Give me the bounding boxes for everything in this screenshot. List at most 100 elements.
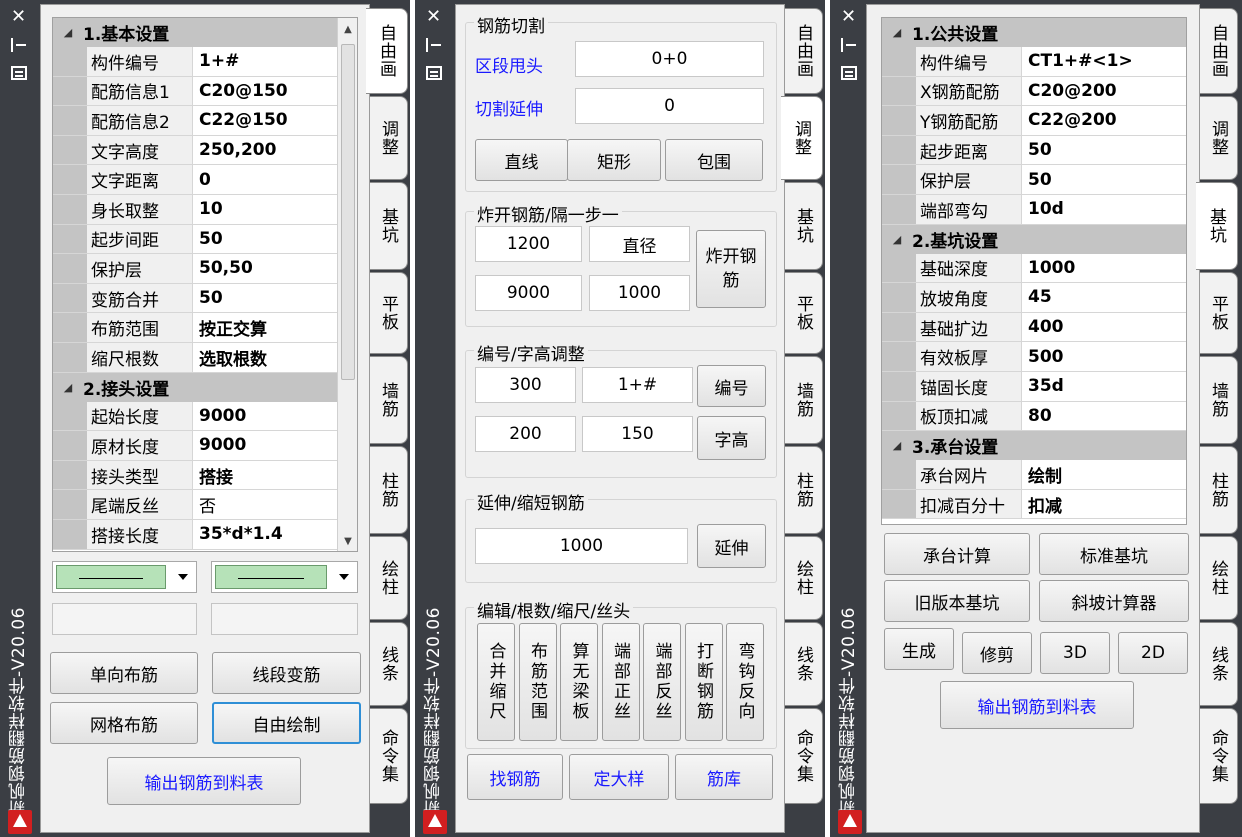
close-icon[interactable]: ✕: [426, 8, 441, 26]
property-row[interactable]: 变筋合并 50: [53, 283, 337, 314]
tab-5[interactable]: 柱筋: [785, 446, 823, 534]
property-value[interactable]: 80: [1022, 402, 1186, 431]
mesh-button[interactable]: 网格布筋: [50, 702, 198, 744]
tab-7[interactable]: 线条: [370, 622, 408, 706]
explode-input-3[interactable]: 9000: [475, 275, 582, 311]
property-row[interactable]: 构件编号 1+#: [53, 47, 337, 77]
tab-0[interactable]: 自由画: [785, 8, 823, 94]
property-value[interactable]: 50: [1022, 165, 1186, 194]
2d-button[interactable]: 2D: [1118, 632, 1188, 674]
blank-field-2[interactable]: [211, 603, 358, 635]
property-row[interactable]: 放坡角度 45: [882, 283, 1186, 313]
property-value[interactable]: 扣减: [1022, 490, 1186, 519]
property-value[interactable]: CT1+#<1>: [1022, 47, 1186, 76]
section-header[interactable]: ◢ 3.承台设置: [882, 431, 1186, 461]
property-value[interactable]: 50: [193, 284, 337, 313]
edit-button-5[interactable]: 打断钢筋: [684, 623, 723, 741]
property-row[interactable]: 布筋范围 按正交算: [53, 313, 337, 343]
property-value[interactable]: C22@150: [193, 106, 337, 135]
tab-8[interactable]: 命令集: [370, 708, 408, 804]
properties-icon[interactable]: [11, 66, 27, 80]
property-row[interactable]: 接头类型 搭接: [53, 460, 337, 491]
cut-extend-input[interactable]: 0: [575, 88, 764, 124]
section-header[interactable]: ◢ 1.基本设置: [53, 18, 337, 47]
single-direction-button[interactable]: 单向布筋: [50, 652, 198, 694]
number-input-4[interactable]: 150: [582, 416, 693, 452]
property-row[interactable]: 扣减百分十 扣减: [882, 489, 1186, 520]
export-to-table-button[interactable]: 输出钢筋到料表: [940, 681, 1134, 729]
tab-1[interactable]: 调整: [370, 96, 408, 180]
tab-0[interactable]: 自由画: [1200, 8, 1238, 94]
property-row[interactable]: 基础深度 1000: [882, 253, 1186, 284]
edit-button-2[interactable]: 算无梁板: [560, 623, 598, 741]
scroll-down-icon[interactable]: ▼: [338, 536, 357, 547]
explode-input-2[interactable]: 直径: [589, 226, 690, 262]
property-value[interactable]: 选取根数: [193, 343, 337, 372]
scrollbar[interactable]: ▲ ▼: [337, 18, 357, 551]
explode-input-4[interactable]: 1000: [589, 275, 690, 311]
property-row[interactable]: 端部弯勾 10d: [882, 194, 1186, 225]
trim-button[interactable]: 修剪: [962, 632, 1032, 674]
property-row[interactable]: 搭接长度 35*d*1.4: [53, 519, 337, 550]
property-row[interactable]: X钢筋配筋 C20@200: [882, 76, 1186, 107]
property-row[interactable]: Y钢筋配筋 C22@200: [882, 106, 1186, 136]
edit-button-3[interactable]: 端部正丝: [601, 623, 640, 741]
property-value[interactable]: 35d: [1022, 372, 1186, 401]
explode-input-1[interactable]: 1200: [475, 226, 582, 262]
line-style-combo-2[interactable]: [211, 561, 358, 593]
collapse-icon[interactable]: ◢: [53, 26, 83, 39]
property-value[interactable]: 否: [193, 490, 337, 519]
close-icon[interactable]: ✕: [841, 8, 856, 26]
property-row[interactable]: 配筋信息2 C22@150: [53, 106, 337, 136]
explode-rebar-button[interactable]: 炸开钢筋: [696, 230, 766, 308]
property-row[interactable]: 有效板厚 500: [882, 342, 1186, 372]
property-value[interactable]: 45: [1022, 283, 1186, 312]
tab-6[interactable]: 绘柱: [370, 536, 408, 620]
tab-2[interactable]: 基坑: [370, 182, 408, 270]
property-row[interactable]: 原材长度 9000: [53, 431, 337, 461]
tab-4[interactable]: 墙筋: [1200, 356, 1238, 444]
property-value[interactable]: C20@200: [1022, 77, 1186, 106]
property-row[interactable]: 保护层 50: [882, 165, 1186, 195]
tab-3[interactable]: 平板: [785, 272, 823, 354]
property-row[interactable]: 身长取整 10: [53, 194, 337, 225]
property-value[interactable]: 绘制: [1022, 460, 1186, 489]
segment-change-button[interactable]: 线段变筋: [212, 652, 361, 694]
property-row[interactable]: 文字距离 0: [53, 165, 337, 195]
tab-7[interactable]: 线条: [785, 622, 823, 706]
property-row[interactable]: 尾端反丝否: [53, 490, 337, 520]
property-row[interactable]: 文字高度 250,200: [53, 135, 337, 166]
standard-pit-button[interactable]: 标准基坑: [1039, 533, 1189, 575]
section-header[interactable]: ◢ 2.接头设置: [53, 372, 337, 402]
tab-5[interactable]: 柱筋: [370, 446, 408, 534]
tab-6[interactable]: 绘柱: [785, 536, 823, 620]
property-grid-basic[interactable]: ◢ 1.基本设置 构件编号 1+# 配筋信息1 C20@150 配筋信息2 C22@150 文字…: [52, 17, 358, 552]
property-row[interactable]: 配筋信息1 C20@150: [53, 76, 337, 107]
property-grid-foundation[interactable]: ◢ 1.公共设置 构件编号 CT1+#<1> X钢筋配筋 C20@200 Y钢筋配筋 C22@…: [881, 17, 1187, 525]
old-pit-button[interactable]: 旧版本基坑: [884, 580, 1030, 622]
property-row[interactable]: 保护层 50,50: [53, 254, 337, 284]
property-value[interactable]: 9000: [193, 402, 337, 431]
property-value[interactable]: 35*d*1.4: [193, 520, 337, 549]
export-to-table-button[interactable]: 输出钢筋到料表: [107, 757, 301, 805]
tab-8[interactable]: 命令集: [785, 708, 823, 804]
property-value[interactable]: 50: [1022, 136, 1186, 165]
property-value[interactable]: 250,200: [193, 136, 337, 165]
tab-2[interactable]: 基坑: [785, 182, 823, 270]
extend-button[interactable]: 延伸: [697, 524, 766, 568]
segment-head-input[interactable]: 0+0: [575, 41, 764, 77]
collapse-icon[interactable]: ◢: [53, 381, 83, 394]
tab-5[interactable]: 柱筋: [1200, 446, 1238, 534]
section-header[interactable]: ◢ 2.基坑设置: [882, 224, 1186, 254]
collapse-icon[interactable]: ◢: [882, 233, 912, 246]
section-header[interactable]: ◢ 1.公共设置: [882, 18, 1186, 47]
rect-button[interactable]: 矩形: [567, 139, 661, 181]
tab-6[interactable]: 绘柱: [1200, 536, 1238, 620]
property-row[interactable]: 起步间距 50: [53, 224, 337, 255]
edit-button-0[interactable]: 合并缩尺: [477, 623, 515, 741]
collapse-icon[interactable]: ◢: [882, 26, 912, 39]
scroll-up-icon[interactable]: ▲: [338, 24, 357, 35]
property-row[interactable]: 锚固长度 35d: [882, 371, 1186, 402]
tab-3[interactable]: 平板: [1200, 272, 1238, 354]
tab-1[interactable]: 调整: [781, 96, 823, 180]
